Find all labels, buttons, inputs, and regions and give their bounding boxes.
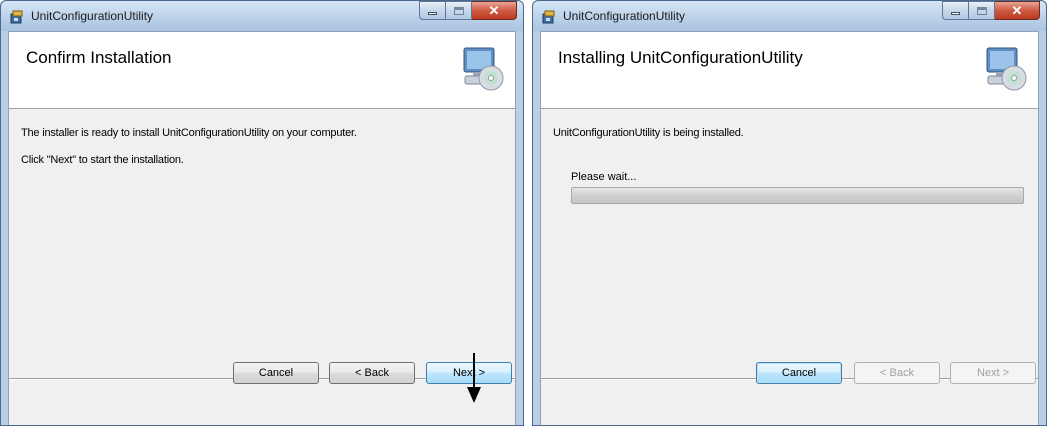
- down-arrow-annotation: [467, 353, 481, 403]
- installing-window: UnitConfigurationUtility ✕ Installing Un…: [532, 0, 1047, 426]
- maximize-button[interactable]: [446, 1, 472, 20]
- progress-label: Please wait...: [571, 171, 637, 183]
- back-button[interactable]: < Back: [329, 362, 415, 384]
- instruction-message: Click "Next" to start the installation.: [21, 154, 184, 166]
- title-bar[interactable]: UnitConfigurationUtility ✕: [533, 1, 1046, 31]
- close-button[interactable]: ✕: [472, 1, 517, 20]
- window-title: UnitConfigurationUtility: [31, 9, 154, 23]
- installer-app-icon: [542, 10, 555, 24]
- maximize-icon: [976, 6, 987, 15]
- computer-cd-icon: [463, 47, 504, 91]
- caption-buttons: ✕: [942, 1, 1040, 21]
- installing-status: UnitConfigurationUtility is being instal…: [553, 127, 744, 139]
- caption-buttons: ✕: [419, 1, 517, 21]
- close-button[interactable]: ✕: [995, 1, 1040, 20]
- confirm-installation-window: UnitConfigurationUtility ✕ Confirm Insta…: [0, 0, 524, 426]
- progress-bar: [571, 187, 1024, 204]
- header-banner: Confirm Installation: [9, 32, 515, 109]
- cancel-button[interactable]: Cancel: [756, 362, 842, 384]
- next-button[interactable]: Next >: [950, 362, 1036, 384]
- minimize-icon: [951, 12, 960, 15]
- computer-cd-icon: [986, 47, 1027, 91]
- maximize-button[interactable]: [969, 1, 995, 20]
- maximize-icon: [453, 6, 464, 15]
- close-icon: ✕: [488, 2, 500, 18]
- ready-message: The installer is ready to install UnitCo…: [21, 127, 357, 139]
- back-button[interactable]: < Back: [854, 362, 940, 384]
- window-title: UnitConfigurationUtility: [563, 9, 686, 23]
- minimize-button[interactable]: [419, 1, 446, 20]
- header-banner: Installing UnitConfigurationUtility: [541, 32, 1038, 109]
- close-icon: ✕: [1011, 2, 1023, 18]
- title-bar[interactable]: UnitConfigurationUtility ✕: [1, 1, 523, 31]
- cancel-button[interactable]: Cancel: [233, 362, 319, 384]
- minimize-icon: [428, 12, 437, 15]
- page-title: Confirm Installation: [26, 48, 172, 67]
- installer-app-icon: [10, 10, 23, 24]
- page-title: Installing UnitConfigurationUtility: [558, 48, 803, 67]
- minimize-button[interactable]: [942, 1, 969, 20]
